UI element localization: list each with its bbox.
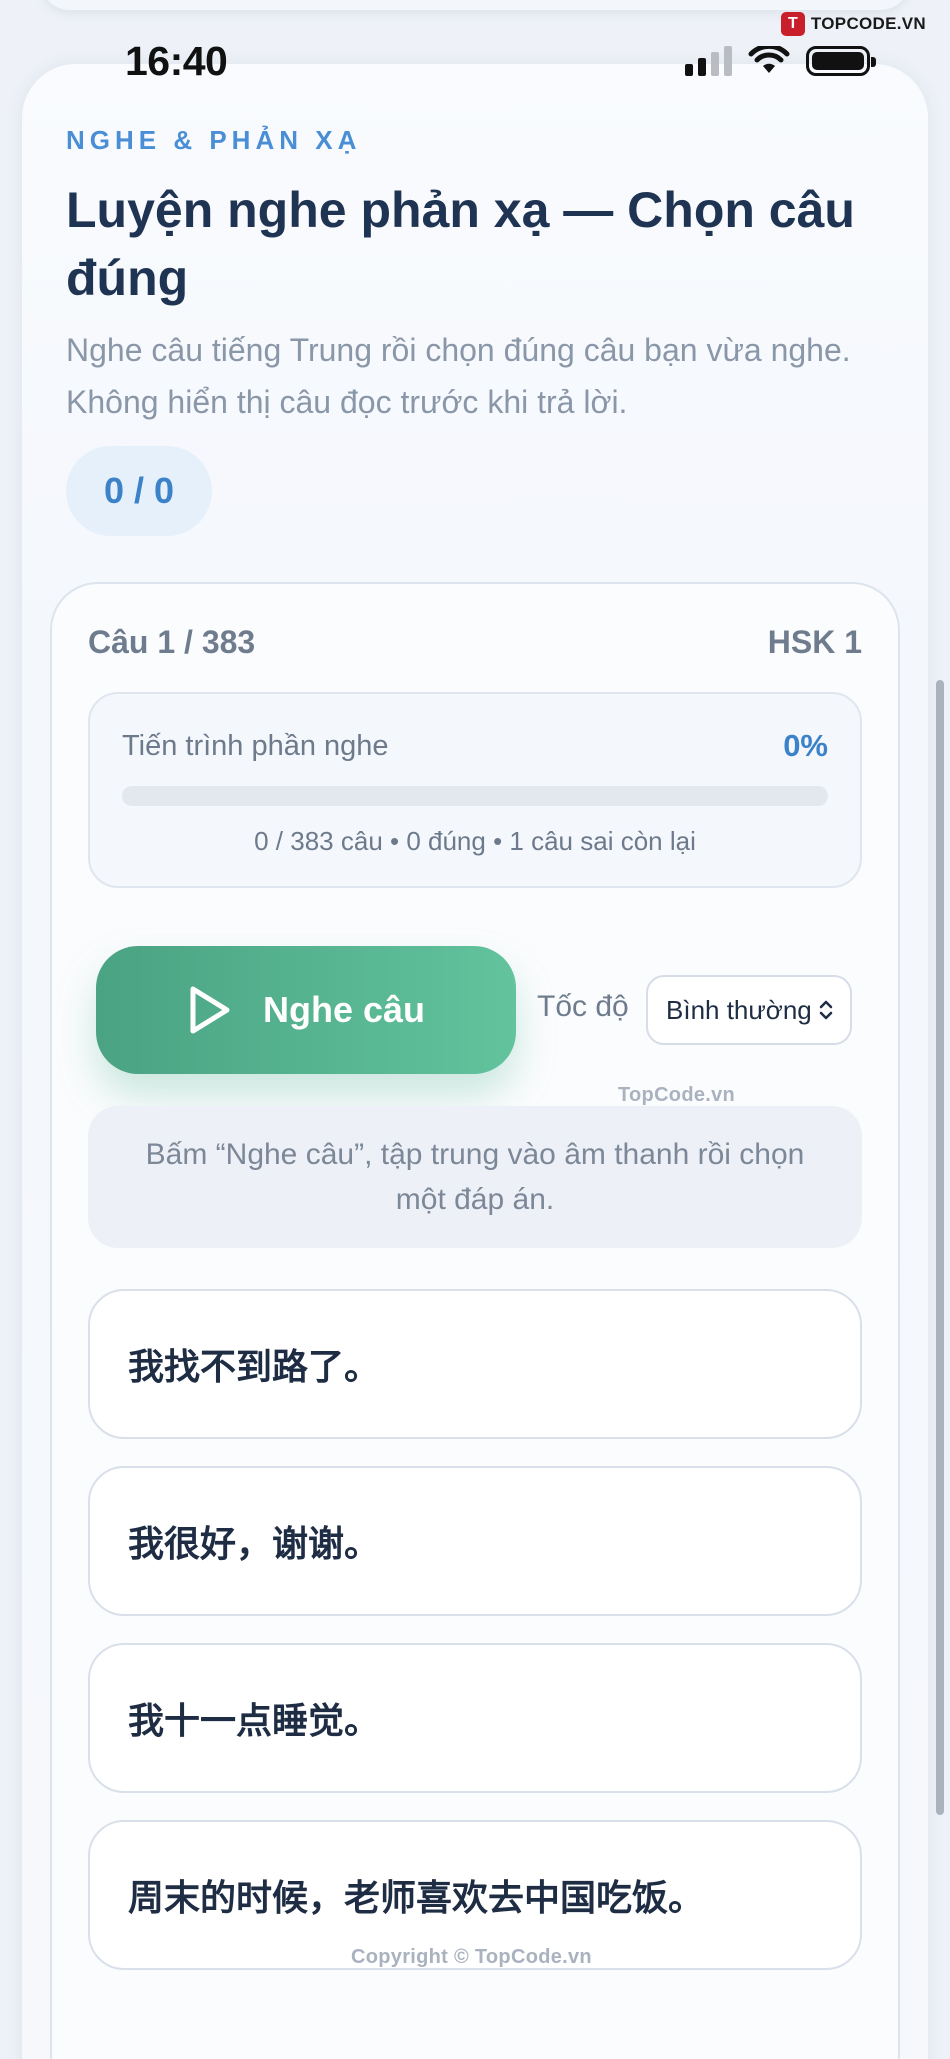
page-subtitle: Nghe câu tiếng Trung rồi chọn đúng câu b… xyxy=(66,332,851,420)
instruction-hint: Bấm “Nghe câu”, tập trung vào âm thanh r… xyxy=(88,1106,862,1248)
progress-bar xyxy=(122,786,828,806)
wifi-icon xyxy=(748,46,790,73)
battery-icon xyxy=(806,46,876,76)
play-icon xyxy=(190,986,230,1034)
status-icons xyxy=(685,46,876,76)
section-eyebrow: NGHE & PHẢN XẠ xyxy=(66,125,362,155)
progress-label: Tiến trình phần nghe xyxy=(122,730,389,762)
copyright-watermark: Copyright © TopCode.vn xyxy=(351,1946,592,1968)
watermark-text: TopCode.vn xyxy=(618,1084,736,1106)
hsk-level-badge: HSK 1 xyxy=(767,624,862,660)
answer-option-3[interactable]: 我十一点睡觉。 xyxy=(88,1643,862,1793)
score-badge: 0 / 0 xyxy=(66,446,212,536)
speed-label: Tốc độ xyxy=(537,990,629,1023)
cellular-signal-icon xyxy=(685,46,732,76)
progress-percent: 0% xyxy=(783,728,828,763)
answer-option-2[interactable]: 我很好，谢谢。 xyxy=(88,1466,862,1616)
progress-stats: 0 / 383 câu • 0 đúng • 1 câu sai còn lại xyxy=(254,826,696,856)
page-title: Luyện nghe phản xạ — Chọn câu đúng xyxy=(66,182,855,306)
screen: 16:40 T TOPCODE.VN NGHE & PHẢN XẠ Luyện … xyxy=(0,0,950,2059)
speed-select[interactable]: Bình thường xyxy=(646,975,852,1045)
brand-logo-text: TOPCODE.VN xyxy=(810,14,926,33)
listen-button-label: Nghe câu xyxy=(262,989,426,1030)
listen-button[interactable]: Nghe câu xyxy=(96,946,516,1074)
question-counter: Câu 1 / 383 xyxy=(88,624,256,660)
answer-option-1[interactable]: 我找不到路了。 xyxy=(88,1289,862,1439)
brand-logo: T TOPCODE.VN xyxy=(780,12,926,36)
chevron-updown-icon xyxy=(819,1000,833,1020)
progress-panel: Tiến trình phần nghe 0% 0 / 383 câu • 0 … xyxy=(88,692,862,888)
speed-select-value: Bình thường xyxy=(666,994,812,1025)
scrollbar[interactable] xyxy=(936,680,944,1815)
status-time: 16:40 xyxy=(125,38,228,84)
brand-logo-mark: T xyxy=(780,12,805,36)
